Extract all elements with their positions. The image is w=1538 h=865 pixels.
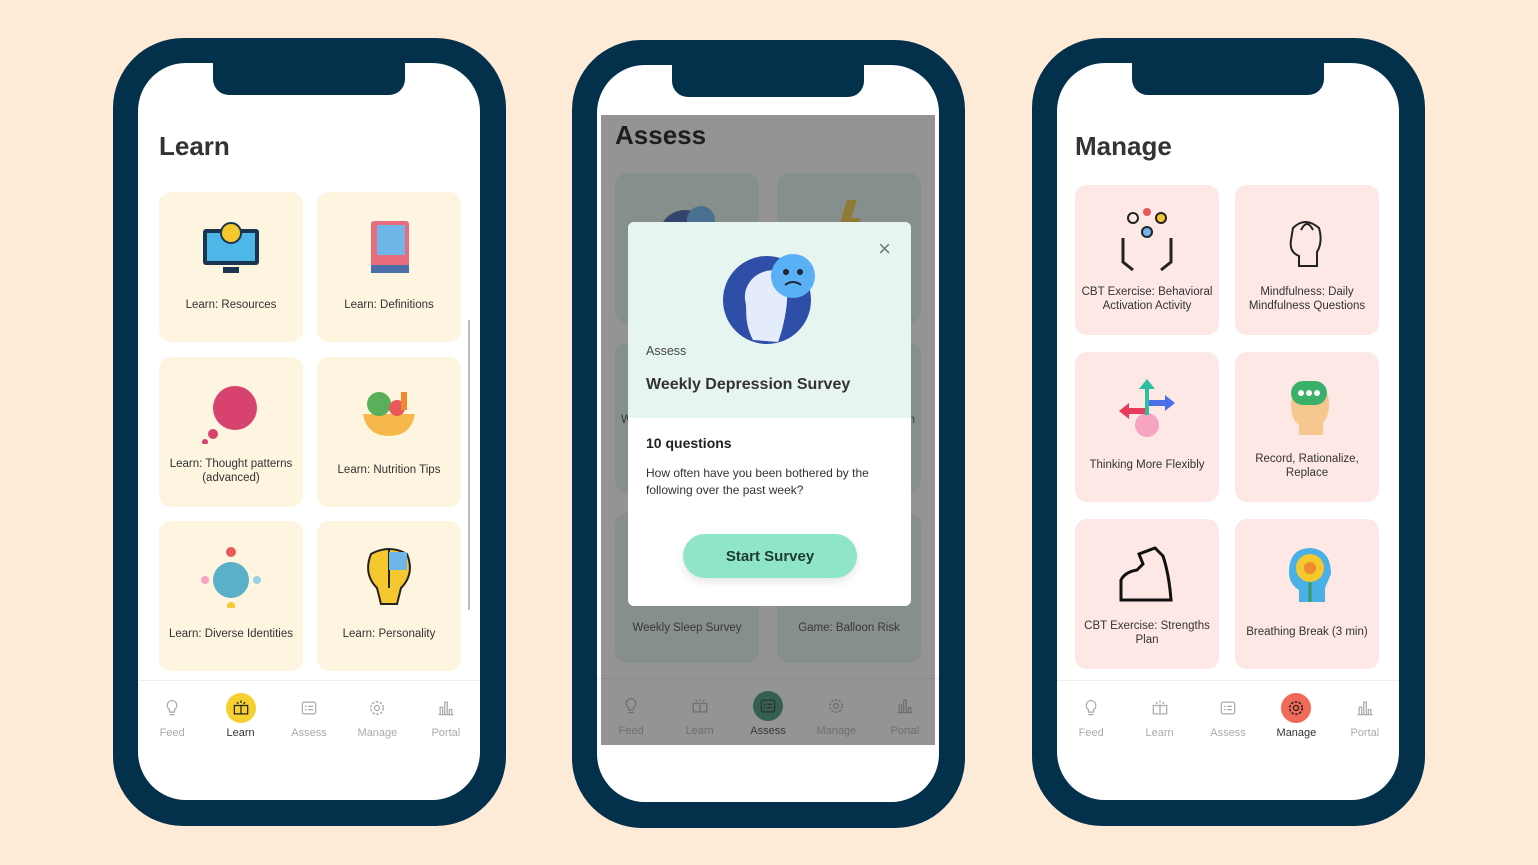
monitor-lightbulb-icon bbox=[199, 212, 263, 282]
card-label: Learn: Nutrition Tips bbox=[337, 464, 441, 476]
tab-manage[interactable]: Manage bbox=[343, 693, 411, 750]
card-label: Thinking More Flexibly bbox=[1089, 459, 1205, 471]
gear-icon bbox=[362, 693, 392, 723]
mindful-head-icon bbox=[1275, 205, 1339, 275]
card-learn-diverse-identities[interactable]: Learn: Diverse Identities bbox=[159, 521, 303, 671]
phone-assess: Assess WnWeekly Sleep SurveyGame: Balloo… bbox=[572, 40, 965, 828]
tab-label: Manage bbox=[357, 727, 398, 739]
page-title: Learn bbox=[159, 131, 230, 161]
book-icon bbox=[1145, 693, 1175, 723]
notch bbox=[672, 65, 864, 97]
phone-learn: Learn Learn: Resources Learn: Definitions… bbox=[113, 38, 506, 826]
tab-label: Portal bbox=[1350, 727, 1380, 739]
tab-assess[interactable]: Assess bbox=[275, 693, 343, 750]
scrollbar[interactable] bbox=[468, 320, 470, 610]
puzzle-head-icon bbox=[357, 541, 421, 611]
tab-assess[interactable]: Assess bbox=[1194, 693, 1262, 750]
modal-title: Weekly Depression Survey bbox=[646, 376, 851, 393]
question-count: 10 questions bbox=[646, 435, 732, 451]
page-title: Manage bbox=[1075, 131, 1172, 161]
card-label: CBT Exercise: Behavioral Activation Acti… bbox=[1081, 286, 1213, 312]
card-learn-thought-patterns-advanced[interactable]: Learn: Thought patterns (advanced) bbox=[159, 357, 303, 507]
learn-screen: Learn Learn: Resources Learn: Definitions… bbox=[138, 63, 480, 800]
card-mindfulness-daily-mindfulness-questions[interactable]: Mindfulness: Daily Mindfulness Questions bbox=[1235, 185, 1379, 335]
globe-people-icon bbox=[199, 541, 263, 611]
card-record-rationalize-replace[interactable]: Record, Rationalize, Replace bbox=[1235, 352, 1379, 502]
card-label: Learn: Personality bbox=[342, 628, 436, 640]
tab-label: Assess bbox=[1210, 727, 1246, 739]
tab-feed[interactable]: Feed bbox=[138, 693, 206, 750]
phone-manage: Manage CBT Exercise: Behavioral Activati… bbox=[1032, 38, 1425, 826]
tab-label: Feed bbox=[159, 727, 185, 739]
card-label: Learn: Definitions bbox=[344, 299, 434, 311]
card-label: Learn: Resources bbox=[185, 299, 277, 311]
notch bbox=[213, 63, 405, 95]
card-cbt-exercise-strengths-plan[interactable]: CBT Exercise: Strengths Plan bbox=[1075, 519, 1219, 669]
card-breathing-break-3-min[interactable]: Breathing Break (3 min) bbox=[1235, 519, 1379, 669]
modal-description: How often have you been bothered by the … bbox=[646, 466, 869, 497]
close-icon[interactable]: × bbox=[878, 236, 891, 262]
tab-learn[interactable]: Learn bbox=[206, 693, 274, 750]
flower-head-icon bbox=[1275, 539, 1339, 609]
sad-head-illustration bbox=[723, 254, 815, 344]
start-survey-button[interactable]: Start Survey bbox=[683, 534, 857, 578]
card-cbt-exercise-behavioral-activation-activity[interactable]: CBT Exercise: Behavioral Activation Acti… bbox=[1075, 185, 1219, 335]
tab-feed[interactable]: Feed bbox=[1057, 693, 1125, 750]
card-label: Learn: Thought patterns (advanced) bbox=[169, 458, 293, 484]
page-title: Assess bbox=[615, 120, 707, 150]
speech-head-icon bbox=[1275, 372, 1339, 442]
card-label: Record, Rationalize, Replace bbox=[1255, 453, 1359, 479]
salad-bowl-icon bbox=[357, 377, 421, 447]
survey-modal: × Assess Weekly Depression Survey 10 que… bbox=[628, 222, 911, 606]
book-icon bbox=[225, 693, 256, 723]
modal-category: Assess bbox=[646, 344, 687, 358]
bottom-nav: Feed Learn Assess Manage Portal bbox=[1057, 680, 1399, 750]
flexed-arm-icon bbox=[1115, 539, 1179, 609]
notch bbox=[1132, 63, 1324, 95]
tab-portal[interactable]: Portal bbox=[1331, 693, 1399, 750]
tab-label: Learn bbox=[226, 727, 255, 739]
gear-icon bbox=[1281, 693, 1312, 723]
juggling-hands-icon bbox=[1115, 205, 1179, 275]
dictionary-icon bbox=[357, 212, 421, 282]
list-icon bbox=[294, 693, 324, 723]
card-label: CBT Exercise: Strengths Plan bbox=[1084, 620, 1210, 646]
manage-screen: Manage CBT Exercise: Behavioral Activati… bbox=[1057, 63, 1399, 800]
bar-chart-icon bbox=[1350, 693, 1380, 723]
card-label: Mindfulness: Daily Mindfulness Questions bbox=[1248, 286, 1366, 312]
card-learn-resources[interactable]: Learn: Resources bbox=[159, 192, 303, 342]
tab-manage[interactable]: Manage bbox=[1262, 693, 1330, 750]
lightbulb-icon bbox=[157, 693, 187, 723]
brain-arrows-icon bbox=[1115, 372, 1179, 442]
tab-label: Assess bbox=[291, 727, 327, 739]
tab-label: Portal bbox=[431, 727, 461, 739]
card-label: Breathing Break (3 min) bbox=[1246, 626, 1368, 638]
bar-chart-icon bbox=[431, 693, 461, 723]
tab-label: Feed bbox=[1078, 727, 1104, 739]
lightbulb-icon bbox=[1076, 693, 1106, 723]
card-learn-nutrition-tips[interactable]: Learn: Nutrition Tips bbox=[317, 357, 461, 507]
card-label: Learn: Diverse Identities bbox=[168, 628, 293, 640]
card-learn-definitions[interactable]: Learn: Definitions bbox=[317, 192, 461, 342]
thought-cloud-icon bbox=[199, 377, 263, 447]
tab-learn[interactable]: Learn bbox=[1125, 693, 1193, 750]
card-learn-personality[interactable]: Learn: Personality bbox=[317, 521, 461, 671]
assess-screen: Assess WnWeekly Sleep SurveyGame: Balloo… bbox=[597, 65, 939, 802]
list-icon bbox=[1213, 693, 1243, 723]
bottom-nav: Feed Learn Assess Manage Portal bbox=[138, 680, 480, 750]
tab-label: Manage bbox=[1276, 727, 1317, 739]
tab-portal[interactable]: Portal bbox=[412, 693, 480, 750]
card-thinking-more-flexibly[interactable]: Thinking More Flexibly bbox=[1075, 352, 1219, 502]
tab-label: Learn bbox=[1145, 727, 1174, 739]
